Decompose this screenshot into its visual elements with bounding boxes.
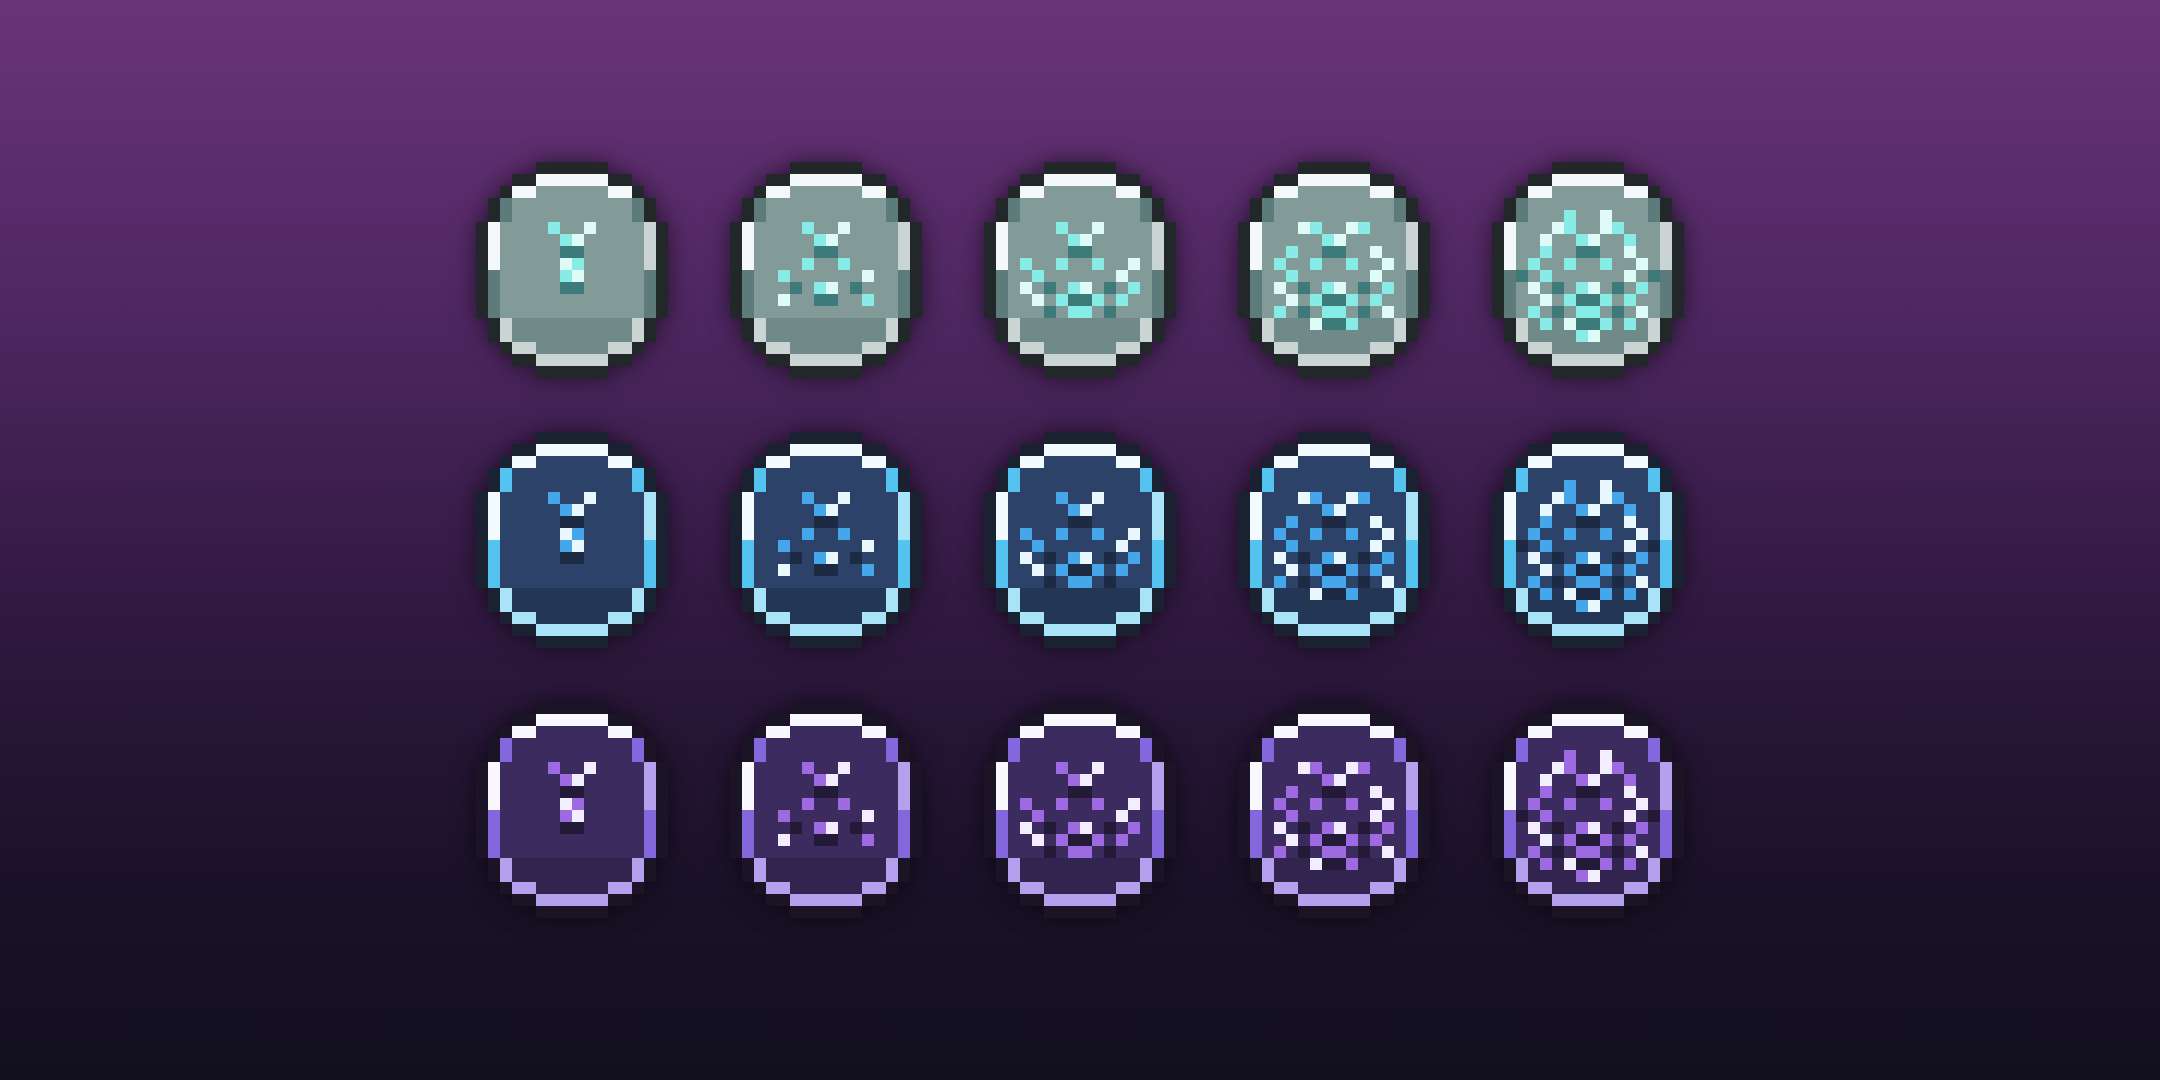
badge-sapphire-level-1[interactable]	[452, 420, 692, 660]
badge-sapphire-level-3[interactable]	[960, 420, 1200, 660]
rank-4-insignia-icon	[1238, 702, 1430, 918]
rank-1-insignia-icon	[476, 702, 668, 918]
badge-silver-level-4[interactable]	[1214, 150, 1454, 390]
rank-3-insignia-icon	[984, 432, 1176, 648]
badge-amethyst-level-1[interactable]	[452, 690, 692, 930]
badge-silver-level-3[interactable]	[960, 150, 1200, 390]
badge-sapphire-level-4[interactable]	[1214, 420, 1454, 660]
badge-silver-level-2[interactable]	[706, 150, 946, 390]
rank-2-insignia-icon	[730, 162, 922, 378]
rank-4-insignia-icon	[1238, 162, 1430, 378]
rank-2-insignia-icon	[730, 702, 922, 918]
rank-1-insignia-icon	[476, 162, 668, 378]
badge-sapphire-level-5[interactable]	[1468, 420, 1708, 660]
badge-amethyst-level-3[interactable]	[960, 690, 1200, 930]
rank-5-insignia-icon	[1492, 162, 1684, 378]
badge-amethyst-level-2[interactable]	[706, 690, 946, 930]
rank-3-insignia-icon	[984, 702, 1176, 918]
rank-2-insignia-icon	[730, 432, 922, 648]
badge-silver-level-1[interactable]	[452, 150, 692, 390]
rank-5-insignia-icon	[1492, 702, 1684, 918]
badge-amethyst-level-5[interactable]	[1468, 690, 1708, 930]
badge-sapphire-level-2[interactable]	[706, 420, 946, 660]
rank-3-insignia-icon	[984, 162, 1176, 378]
rank-4-insignia-icon	[1238, 432, 1430, 648]
badge-silver-level-5[interactable]	[1468, 150, 1708, 390]
badge-amethyst-level-4[interactable]	[1214, 690, 1454, 930]
badge-sprite-sheet	[452, 150, 1708, 930]
rank-5-insignia-icon	[1492, 432, 1684, 648]
rank-1-insignia-icon	[476, 432, 668, 648]
